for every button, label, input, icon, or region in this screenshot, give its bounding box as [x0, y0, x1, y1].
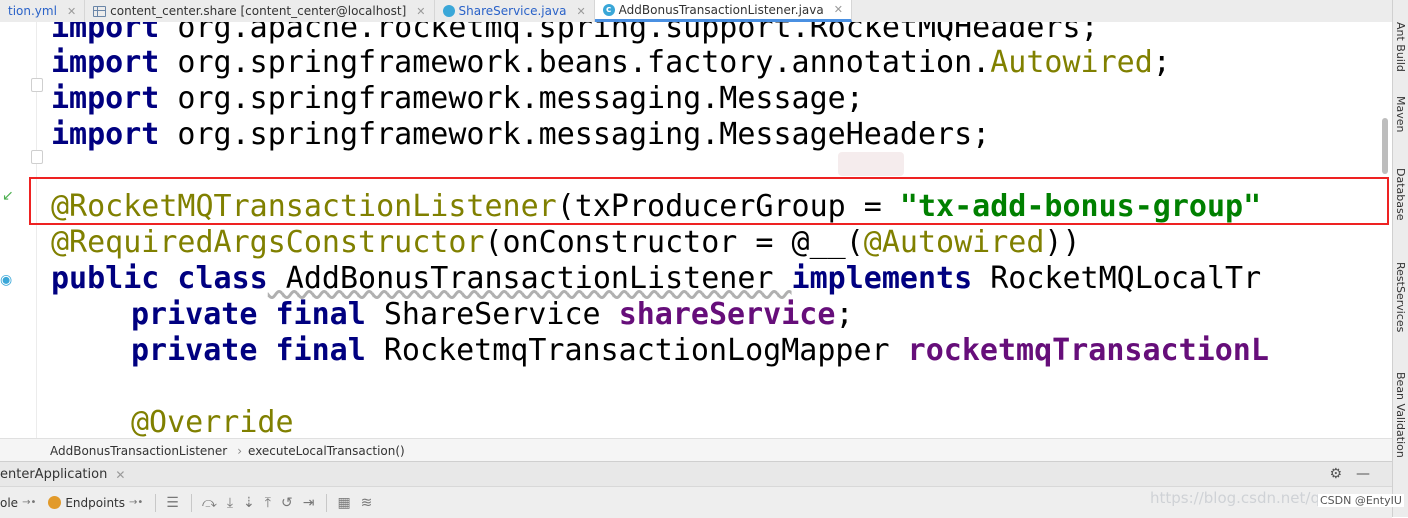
toolbar-divider [326, 493, 328, 512]
tab-add-bonus-listener[interactable]: c AddBonusTransactionListener.java ✕ [594, 0, 852, 22]
step-into-icon[interactable]: ⤓ [227, 495, 233, 511]
drop-frame-icon[interactable]: ↺ [281, 495, 293, 511]
java-class-icon [442, 5, 455, 17]
close-icon[interactable]: ✕ [416, 5, 425, 18]
close-icon[interactable]: ✕ [834, 3, 843, 16]
trace-icon[interactable]: ≋ [361, 495, 373, 511]
toolbar-divider [190, 493, 192, 512]
step-out-icon[interactable]: ⤒ [265, 495, 271, 511]
implement-marker-icon[interactable]: ↙ [2, 188, 14, 204]
code-line-import: import org.springframework.messaging.Mes… [51, 81, 864, 116]
right-tool-sidebar: Ant Build Maven Database RestServices Be… [1392, 0, 1408, 517]
close-icon[interactable]: ✕ [67, 5, 76, 18]
breadcrumb-class[interactable]: AddBonusTransactionListener [50, 444, 227, 458]
toolbar-divider [155, 493, 157, 512]
run-panel-header: enterApplication ✕ ⚙ — [0, 461, 1392, 487]
java-class-icon: c [602, 3, 615, 16]
endpoints-label: Endpoints [65, 495, 126, 510]
close-icon[interactable]: ✕ [115, 468, 125, 482]
step-over-icon[interactable]: ⤼ [202, 495, 217, 511]
run-tab-label[interactable]: enterApplication [0, 467, 107, 482]
tab-label: ShareService.java [458, 4, 567, 18]
tab-share-service[interactable]: ShareService.java ✕ [435, 0, 595, 22]
code-line-annotation: @Override [131, 405, 294, 438]
menu-icon[interactable]: ☰ [166, 495, 179, 511]
code-editor[interactable]: ↙ ◉ import org.apache.rocketmq.spring.su… [0, 22, 1392, 438]
pin-icon[interactable]: →• [22, 497, 36, 508]
code-line-import: import org.springframework.beans.factory… [51, 45, 1171, 80]
database-tab[interactable]: Database [1394, 168, 1407, 221]
csdn-badge: CSDN @EntyIU [1318, 494, 1404, 507]
tab-sql-console[interactable]: content_center.share [content_center@loc… [85, 0, 435, 22]
watermark: https://blog.csdn.net/qq [1150, 489, 1330, 507]
pin-icon[interactable]: →• [129, 497, 143, 508]
vertical-scrollbar[interactable] [1382, 118, 1388, 174]
close-icon[interactable]: ✕ [576, 5, 585, 18]
bean-validation-tab[interactable]: Bean Validation [1394, 372, 1407, 458]
code-line-annotation: @RequiredArgsConstructor(onConstructor =… [51, 225, 1081, 260]
highlight-box [29, 177, 1389, 225]
tab-label: AddBonusTransactionListener.java [618, 2, 824, 17]
fold-marker[interactable] [31, 150, 43, 164]
class-gutter-icon[interactable]: ◉ [0, 272, 12, 288]
maven-tab[interactable]: Maven [1394, 96, 1407, 132]
code-line-field: private final RocketmqTransactionLogMapp… [131, 333, 1269, 368]
fold-marker[interactable] [31, 78, 43, 92]
endpoints-icon [48, 496, 62, 509]
ant-build-tab[interactable]: Ant Build [1394, 22, 1407, 72]
breadcrumb-separator: › [237, 443, 243, 458]
run-panel-actions: ⚙ — [1329, 466, 1370, 482]
code-line-field: private final ShareService shareService; [131, 297, 854, 332]
table-icon [93, 5, 107, 17]
breadcrumb-method[interactable]: executeLocalTransaction() [248, 444, 405, 458]
force-step-into-icon[interactable]: ⇣ [243, 495, 255, 511]
endpoints-tab[interactable]: Endpoints [48, 496, 125, 510]
tab-label: content_center.share [content_center@loc… [110, 4, 407, 18]
tab-label: tion.yml [8, 4, 57, 18]
code-line-class-decl: public class AddBonusTransactionListener… [51, 261, 1262, 296]
rest-services-tab[interactable]: RestServices [1394, 262, 1407, 332]
code-line-import: import org.springframework.messaging.Mes… [51, 117, 991, 152]
code-line-import: import org.apache.rocketmq.spring.suppor… [51, 22, 1099, 45]
blurred-overlay [838, 152, 904, 176]
minimize-icon[interactable]: — [1356, 466, 1370, 482]
editor-tab-bar: tion.yml ✕ content_center.share [content… [0, 0, 1392, 23]
breadcrumb: AddBonusTransactionListener › executeLoc… [0, 438, 1392, 462]
evaluate-icon[interactable]: ▦ [337, 495, 350, 511]
run-to-cursor-icon[interactable]: ⇥ [303, 495, 315, 511]
tab-yml[interactable]: tion.yml ✕ [0, 0, 86, 22]
console-tab[interactable]: ole [0, 496, 18, 510]
gear-icon[interactable]: ⚙ [1329, 466, 1342, 482]
